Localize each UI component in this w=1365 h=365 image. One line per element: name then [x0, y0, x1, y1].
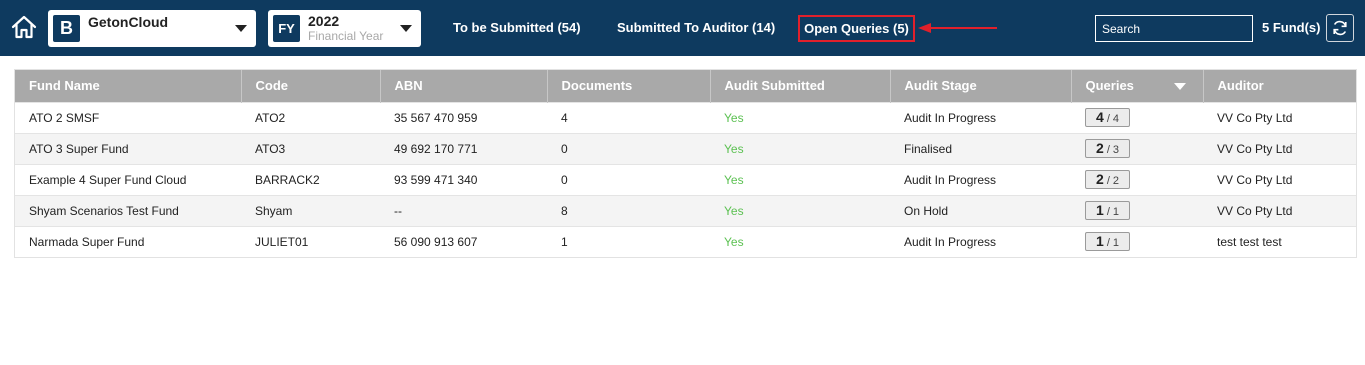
column-header-fund-name[interactable]: Fund Name	[15, 70, 242, 102]
chevron-down-icon	[235, 25, 247, 32]
table-row[interactable]: ATO 3 Super Fund ATO3 49 692 170 771 0 Y…	[15, 132, 1356, 164]
documents-cell: 1	[547, 225, 710, 257]
fy-label: Financial Year	[308, 29, 384, 43]
queries-cell: 1 / 1	[1071, 194, 1203, 226]
abn-cell: 93 599 471 340	[380, 163, 547, 195]
code-cell: ATO2	[241, 101, 380, 133]
documents-cell: 4	[547, 101, 710, 133]
code-cell: ATO3	[241, 132, 380, 164]
code-cell: JULIET01	[241, 225, 380, 257]
column-header-abn[interactable]: ABN	[380, 70, 548, 102]
fy-badge: FY	[273, 15, 300, 42]
audit-stage-cell: Finalised	[890, 132, 1071, 164]
queries-open: 2	[1095, 140, 1104, 156]
top-navbar: B GetonCloud FY 2022 Financial Year To b…	[0, 0, 1365, 56]
column-header-auditor[interactable]: Auditor	[1203, 70, 1356, 102]
queries-badge[interactable]: 2 / 2	[1085, 170, 1130, 189]
funds-table: Fund Name Code ABN Documents Audit Submi…	[14, 69, 1357, 258]
column-header-queries[interactable]: Queries	[1071, 70, 1204, 102]
org-name: GetonCloud	[88, 14, 169, 30]
queries-total: / 3	[1106, 144, 1120, 156]
documents-cell: 0	[547, 132, 710, 164]
auditor-cell: VV Co Pty Ltd	[1203, 132, 1356, 164]
audit-stage-cell: Audit In Progress	[890, 225, 1071, 257]
home-icon[interactable]	[10, 13, 38, 41]
code-cell: Shyam	[241, 194, 380, 226]
table-row[interactable]: Example 4 Super Fund Cloud BARRACK2 93 5…	[15, 163, 1356, 195]
queries-total: / 1	[1106, 206, 1120, 218]
column-header-audit-submitted[interactable]: Audit Submitted	[710, 70, 891, 102]
auditor-cell: VV Co Pty Ltd	[1203, 163, 1356, 195]
auditor-cell: test test test	[1203, 225, 1356, 257]
queries-total: / 1	[1106, 237, 1120, 250]
queries-open: 2	[1095, 171, 1104, 187]
fund-name-cell: Shyam Scenarios Test Fund	[15, 194, 241, 226]
sort-down-icon[interactable]	[1173, 83, 1186, 90]
org-badge: B	[53, 15, 80, 42]
fund-name-cell: Narmada Super Fund	[15, 225, 241, 257]
audit-submitted-cell: Yes	[710, 163, 890, 195]
code-cell: BARRACK2	[241, 163, 380, 195]
queries-cell: 1 / 1	[1071, 225, 1203, 257]
fund-name-cell: ATO 2 SMSF	[15, 101, 241, 133]
documents-cell: 0	[547, 163, 710, 195]
queries-badge[interactable]: 2 / 3	[1085, 139, 1130, 158]
tab-to-be-submitted[interactable]: To be Submitted (54)	[453, 20, 581, 35]
auditor-cell: VV Co Pty Ltd	[1203, 194, 1356, 226]
queries-badge[interactable]: 1 / 1	[1085, 232, 1130, 252]
audit-submitted-cell: Yes	[710, 194, 890, 226]
audit-stage-cell: On Hold	[890, 194, 1071, 226]
column-header-code[interactable]: Code	[241, 70, 381, 102]
fund-count: 5 Fund(s)	[1262, 20, 1321, 35]
search-input[interactable]	[1095, 15, 1253, 42]
organization-select[interactable]: B GetonCloud	[48, 10, 256, 47]
column-header-documents[interactable]: Documents	[547, 70, 711, 102]
queries-badge[interactable]: 4 / 4	[1085, 108, 1130, 127]
audit-submitted-cell: Yes	[710, 225, 890, 257]
queries-total: / 4	[1106, 113, 1120, 125]
auditor-cell: VV Co Pty Ltd	[1203, 101, 1356, 133]
tab-open-queries[interactable]: Open Queries (5)	[798, 15, 915, 42]
abn-cell: --	[380, 194, 547, 226]
queries-total: / 2	[1106, 175, 1120, 187]
refresh-button[interactable]	[1326, 14, 1354, 42]
queries-open: 1	[1095, 202, 1104, 218]
financial-year-select[interactable]: FY 2022 Financial Year	[268, 10, 421, 47]
queries-badge[interactable]: 1 / 1	[1085, 201, 1130, 220]
queries-cell: 2 / 2	[1071, 163, 1203, 195]
audit-stage-cell: Audit In Progress	[890, 163, 1071, 195]
table-row[interactable]: Shyam Scenarios Test Fund Shyam -- 8 Yes…	[15, 194, 1356, 226]
queries-open: 4	[1095, 109, 1104, 125]
table-row[interactable]: Narmada Super Fund JULIET01 56 090 913 6…	[15, 225, 1356, 257]
audit-submitted-cell: Yes	[710, 101, 890, 133]
abn-cell: 49 692 170 771	[380, 132, 547, 164]
queries-cell: 4 / 4	[1071, 101, 1203, 133]
table-row[interactable]: ATO 2 SMSF ATO2 35 567 470 959 4 Yes Aud…	[15, 101, 1356, 133]
documents-cell: 8	[547, 194, 710, 226]
audit-stage-cell: Audit In Progress	[890, 101, 1071, 133]
column-header-queries-label: Queries	[1085, 78, 1134, 94]
audit-submitted-cell: Yes	[710, 132, 890, 164]
abn-cell: 35 567 470 959	[380, 101, 547, 133]
fund-name-cell: ATO 3 Super Fund	[15, 132, 241, 164]
queries-open: 1	[1095, 233, 1104, 250]
column-header-audit-stage[interactable]: Audit Stage	[890, 70, 1072, 102]
annotation-arrow-line	[930, 27, 997, 29]
abn-cell: 56 090 913 607	[380, 225, 547, 257]
chevron-down-icon	[400, 25, 412, 32]
tab-submitted-to-auditor[interactable]: Submitted To Auditor (14)	[617, 20, 775, 35]
refresh-icon	[1333, 20, 1347, 36]
queries-cell: 2 / 3	[1071, 132, 1203, 164]
fund-name-cell: Example 4 Super Fund Cloud	[15, 163, 241, 195]
fy-year: 2022	[308, 13, 340, 29]
